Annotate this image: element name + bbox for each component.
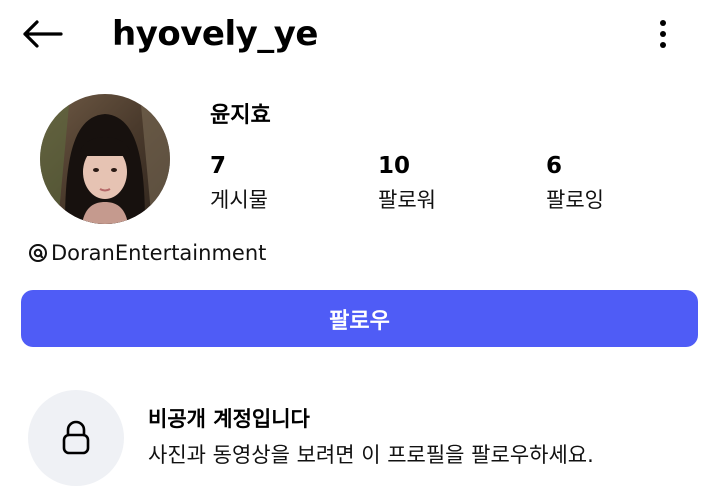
posts-stat[interactable]: 7 게시물 xyxy=(210,150,268,216)
threads-handle: DoranEntertainment xyxy=(51,241,267,265)
lock-badge xyxy=(28,390,124,486)
more-options-button[interactable] xyxy=(648,14,678,54)
posts-label: 게시물 xyxy=(210,188,268,212)
back-button[interactable] xyxy=(18,14,66,54)
top-bar: hyovely_ye xyxy=(0,0,720,70)
avatar[interactable] xyxy=(40,94,170,224)
lock-icon xyxy=(62,420,90,455)
threads-link[interactable]: DoranEntertainment xyxy=(28,238,266,268)
profile-username: hyovely_ye xyxy=(112,14,319,54)
threads-icon xyxy=(29,244,47,262)
vertical-ellipsis-icon xyxy=(660,20,666,48)
display-name: 윤지효 xyxy=(210,103,271,128)
posts-count: 7 xyxy=(210,153,227,179)
following-stat[interactable]: 6 팔로잉 xyxy=(546,150,604,216)
follow-button[interactable]: 팔로우 xyxy=(21,290,698,347)
private-account-title: 비공개 계정입니다 xyxy=(148,407,310,431)
followers-count: 10 xyxy=(378,153,411,179)
private-account-description: 사진과 동영상을 보려면 이 프로필을 팔로우하세요. xyxy=(148,443,594,467)
profile-photo xyxy=(40,94,170,224)
followers-stat[interactable]: 10 팔로워 xyxy=(378,150,436,216)
followers-label: 팔로워 xyxy=(378,188,436,212)
following-count: 6 xyxy=(546,153,563,179)
arrow-left-icon xyxy=(23,20,63,48)
following-label: 팔로잉 xyxy=(546,188,604,212)
